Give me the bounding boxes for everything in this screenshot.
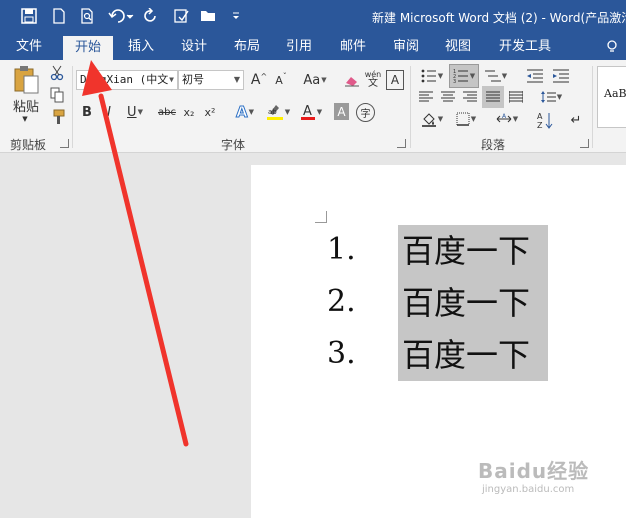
watermark: Baidu经验 jingyan.baidu.com xyxy=(478,455,589,495)
watermark-brand: Baidu经验 xyxy=(478,459,590,483)
annotation-arrow xyxy=(82,60,189,447)
watermark-url: jingyan.baidu.com xyxy=(482,484,575,495)
